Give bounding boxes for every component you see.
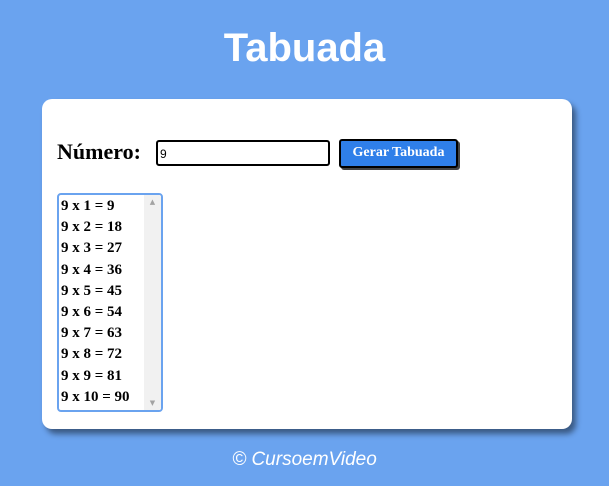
generate-tabuada-button[interactable]: Gerar Tabuada <box>339 139 458 168</box>
number-input[interactable] <box>156 140 330 166</box>
list-item[interactable]: 9 x 9 = 81 <box>61 366 130 387</box>
triangle-up-icon[interactable]: ▲ <box>144 195 161 209</box>
tabuada-card: Número: Gerar Tabuada 9 x 1 = 9 9 x 2 = … <box>42 99 572 429</box>
list-item[interactable]: 9 x 3 = 27 <box>61 238 130 259</box>
triangle-down-icon[interactable]: ▼ <box>144 396 161 410</box>
footer-credit: © CursoemVideo <box>232 449 377 470</box>
list-item[interactable]: 9 x 7 = 63 <box>61 323 130 344</box>
list-item[interactable]: 9 x 5 = 45 <box>61 281 130 302</box>
number-label: Número: <box>57 139 141 164</box>
list-item[interactable]: 9 x 4 = 36 <box>61 260 130 281</box>
list-item[interactable]: 9 x 6 = 54 <box>61 302 130 323</box>
list-item[interactable]: 9 x 8 = 72 <box>61 344 130 365</box>
tabuada-select-list[interactable]: 9 x 1 = 9 9 x 2 = 18 9 x 3 = 27 9 x 4 = … <box>57 193 163 412</box>
vertical-scrollbar[interactable]: ▲ ▼ <box>144 195 161 410</box>
list-item[interactable]: 9 x 10 = 90 <box>61 387 130 408</box>
page-title: Tabuada <box>223 26 386 70</box>
list-item[interactable]: 9 x 2 = 18 <box>61 217 130 238</box>
list-item[interactable]: 9 x 1 = 9 <box>61 196 130 217</box>
tabuada-options: 9 x 1 = 9 9 x 2 = 18 9 x 3 = 27 9 x 4 = … <box>61 196 130 408</box>
